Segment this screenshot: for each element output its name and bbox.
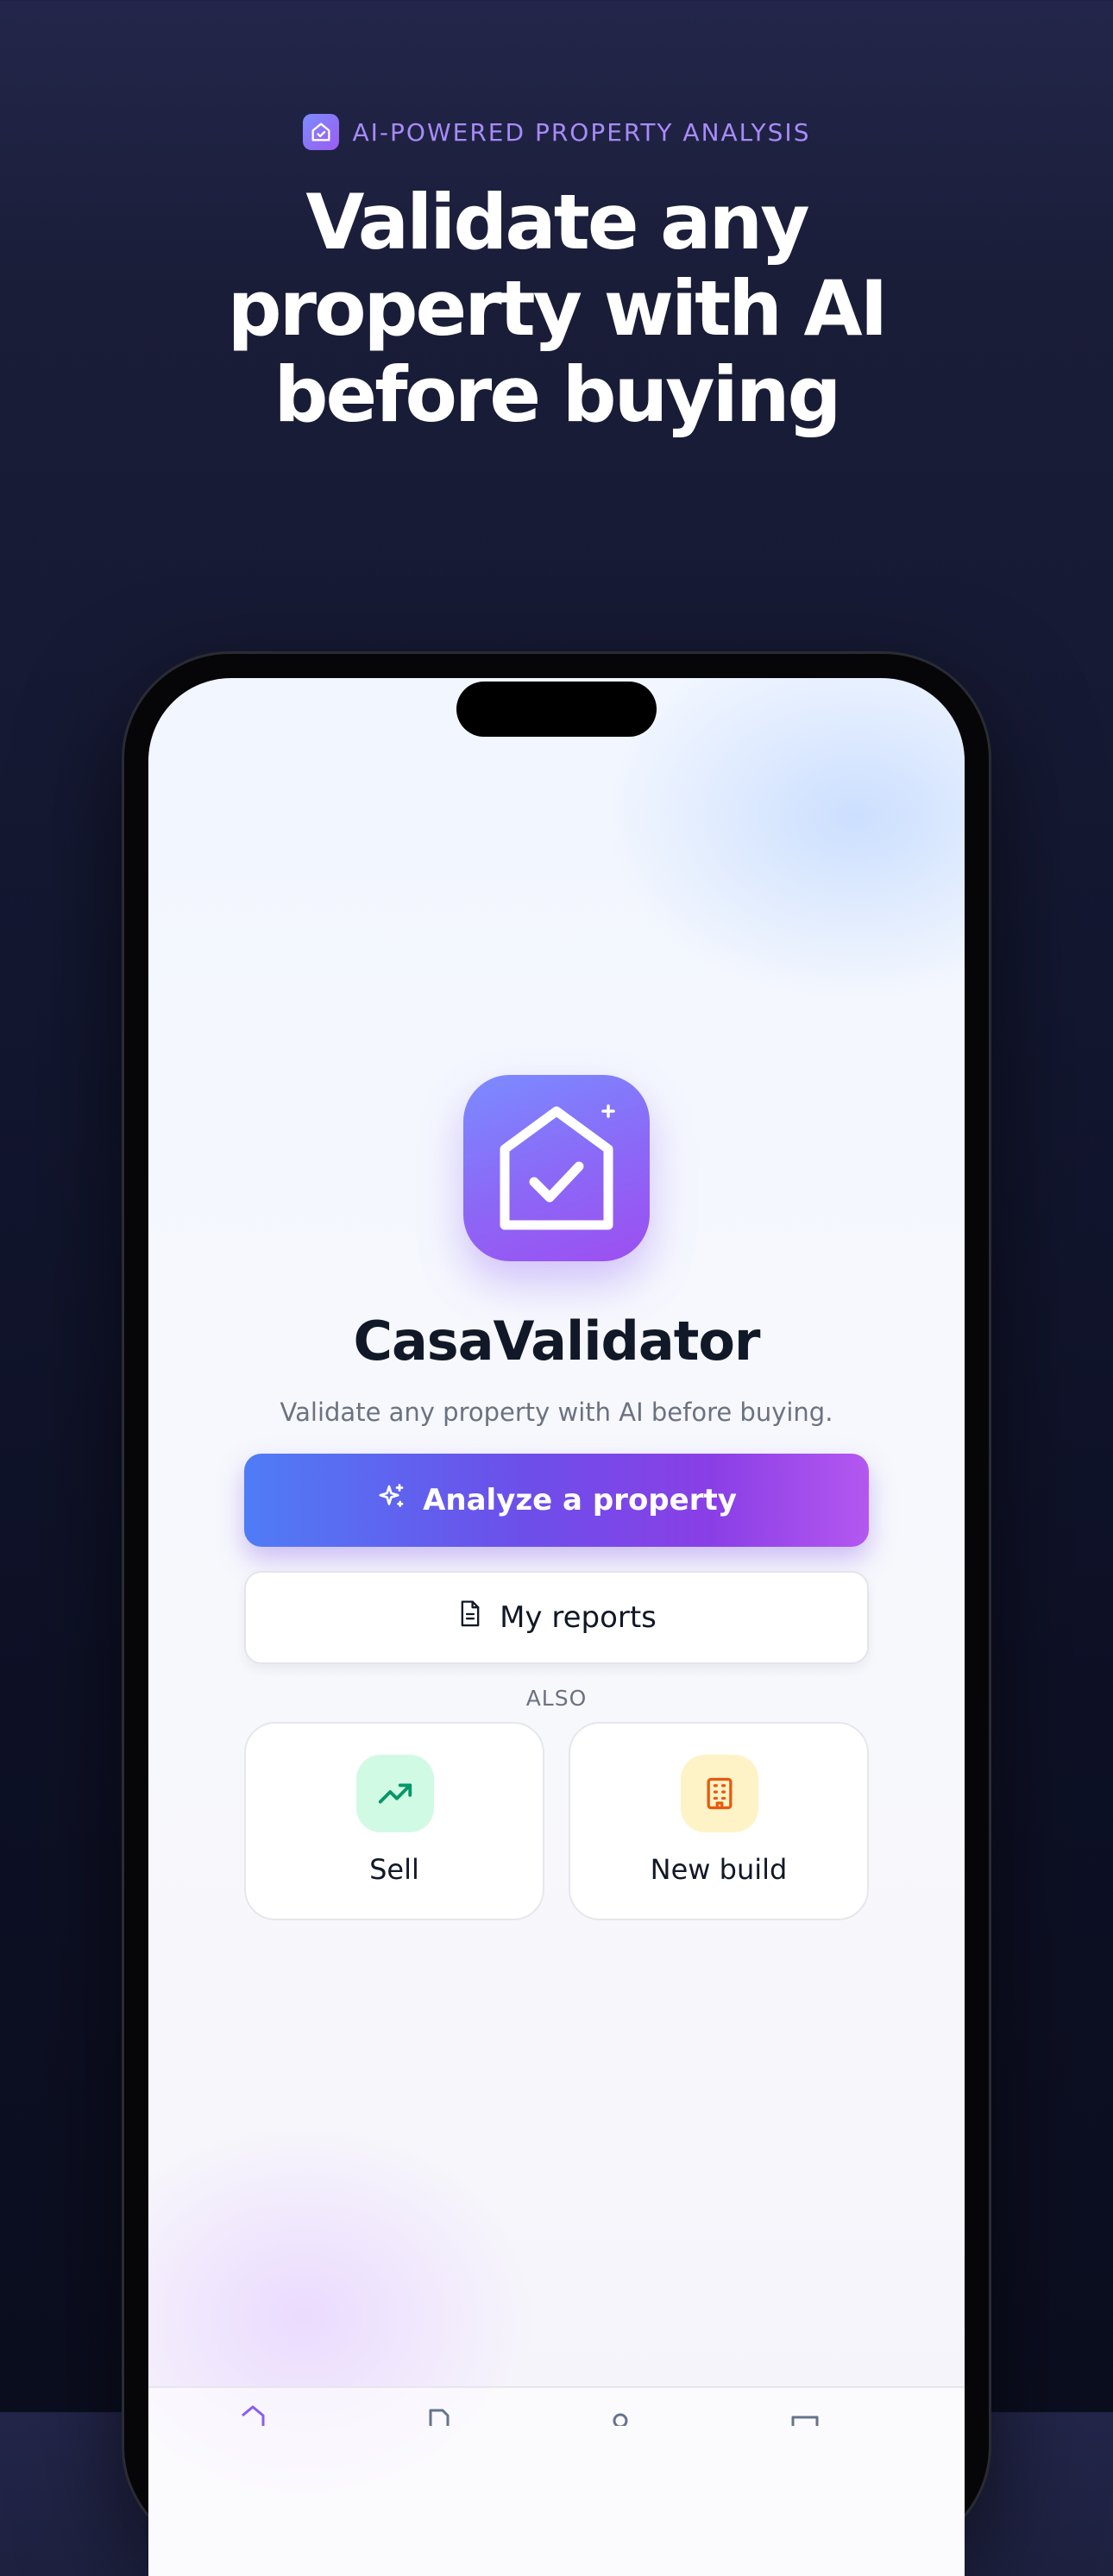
analyze-property-button[interactable]: Analyze a property xyxy=(244,1454,869,1547)
tab-reports[interactable] xyxy=(422,2400,456,2426)
tab-home[interactable] xyxy=(236,2400,270,2426)
headline-line-3: before buying xyxy=(274,350,842,439)
phone-screen: CasaValidator Validate any property with… xyxy=(148,678,965,2576)
phone-frame: CasaValidator Validate any property with… xyxy=(124,654,989,2576)
dynamic-island xyxy=(456,682,657,737)
also-label: ALSO xyxy=(525,1686,588,1711)
my-reports-button[interactable]: My reports xyxy=(244,1571,869,1664)
new-build-label: New build xyxy=(650,1853,788,1886)
building-icon xyxy=(681,1755,758,1832)
tab-bar xyxy=(148,2386,965,2576)
analyze-property-label: Analyze a property xyxy=(423,1483,737,1517)
headline-line-1: Validate any xyxy=(305,178,809,267)
eyebrow-text: AI-POWERED PROPERTY ANALYSIS xyxy=(352,117,811,147)
document-icon xyxy=(456,1599,484,1637)
app-logo-icon xyxy=(463,1075,650,1261)
my-reports-label: My reports xyxy=(500,1600,657,1635)
app-tagline: Validate any property with AI before buy… xyxy=(280,1398,833,1427)
eyebrow: AI-POWERED PROPERTY ANALYSIS xyxy=(0,114,1113,150)
tab-inbox[interactable] xyxy=(788,2400,822,2426)
tab-profile[interactable] xyxy=(603,2400,638,2428)
sell-card[interactable]: Sell xyxy=(244,1722,544,1920)
trending-up-icon xyxy=(356,1755,434,1832)
headline: Validate any property with AI before buy… xyxy=(0,179,1113,438)
sparkles-icon xyxy=(376,1481,407,1520)
sell-label: Sell xyxy=(369,1853,419,1886)
house-check-icon xyxy=(302,114,339,150)
app-name: CasaValidator xyxy=(353,1310,760,1373)
headline-line-2: property with AI xyxy=(227,264,889,353)
new-build-card[interactable]: New build xyxy=(569,1722,869,1920)
